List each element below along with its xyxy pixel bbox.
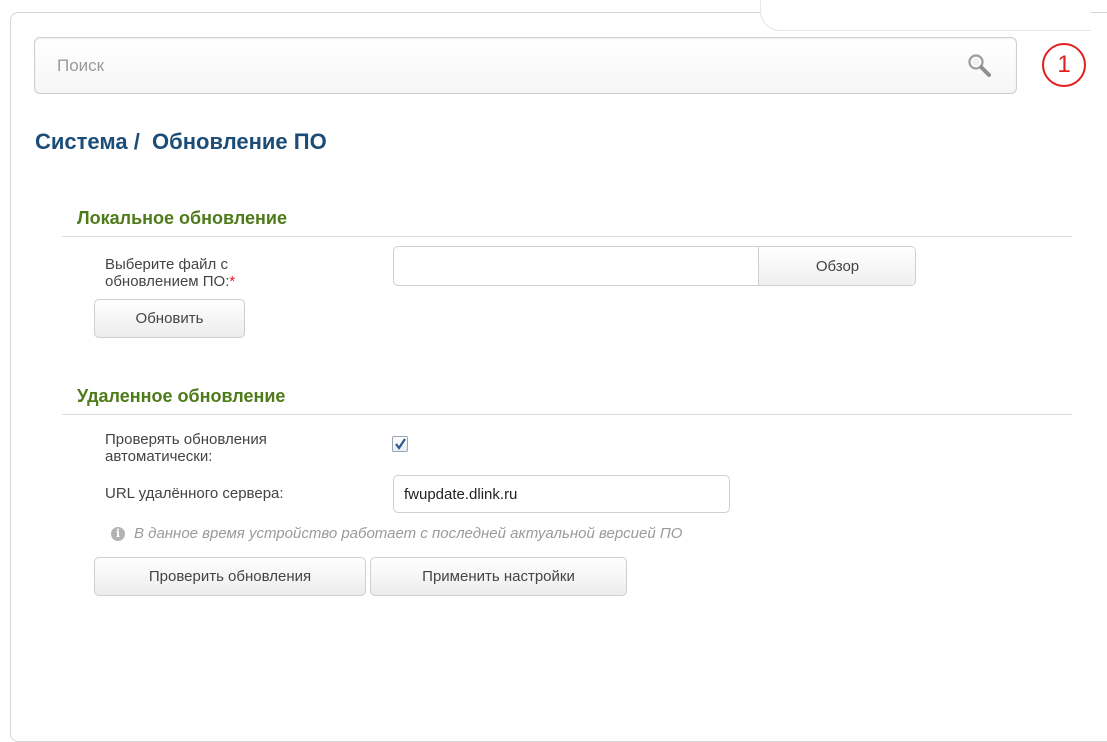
check-updates-button[interactable]: Проверить обновления xyxy=(94,557,366,596)
auto-check-checkbox[interactable] xyxy=(392,436,408,452)
divider xyxy=(62,414,1072,415)
browse-button[interactable]: Обзор xyxy=(758,247,915,285)
required-mark: * xyxy=(229,273,236,290)
file-path-field[interactable] xyxy=(394,247,758,285)
checkmark-icon xyxy=(395,438,406,450)
content-panel xyxy=(10,12,1107,742)
search-box xyxy=(34,37,1017,94)
search-input[interactable] xyxy=(35,38,955,93)
file-label: Выберите файл с обновлением ПО:* xyxy=(105,256,236,290)
page-title: Система / Обновление ПО xyxy=(35,129,327,154)
search-icon[interactable] xyxy=(966,52,994,80)
info-icon: i xyxy=(111,526,125,541)
notification-tab xyxy=(760,0,1091,31)
apply-settings-button[interactable]: Применить настройки xyxy=(370,557,627,596)
notification-badge[interactable]: 1 xyxy=(1042,43,1086,87)
file-chooser: Обзор xyxy=(393,246,916,286)
divider xyxy=(62,236,1072,237)
local-update-heading: Локальное обновление xyxy=(77,208,287,228)
info-message: i В данное время устройство работает с п… xyxy=(111,525,682,542)
url-label: URL удалённого сервера: xyxy=(105,485,284,502)
info-text: В данное время устройство работает с пос… xyxy=(134,525,683,542)
remote-update-heading: Удаленное обновление xyxy=(77,386,286,406)
update-button[interactable]: Обновить xyxy=(94,299,245,338)
auto-check-label: Проверять обновления автоматически: xyxy=(105,431,267,465)
url-field[interactable] xyxy=(393,475,730,513)
